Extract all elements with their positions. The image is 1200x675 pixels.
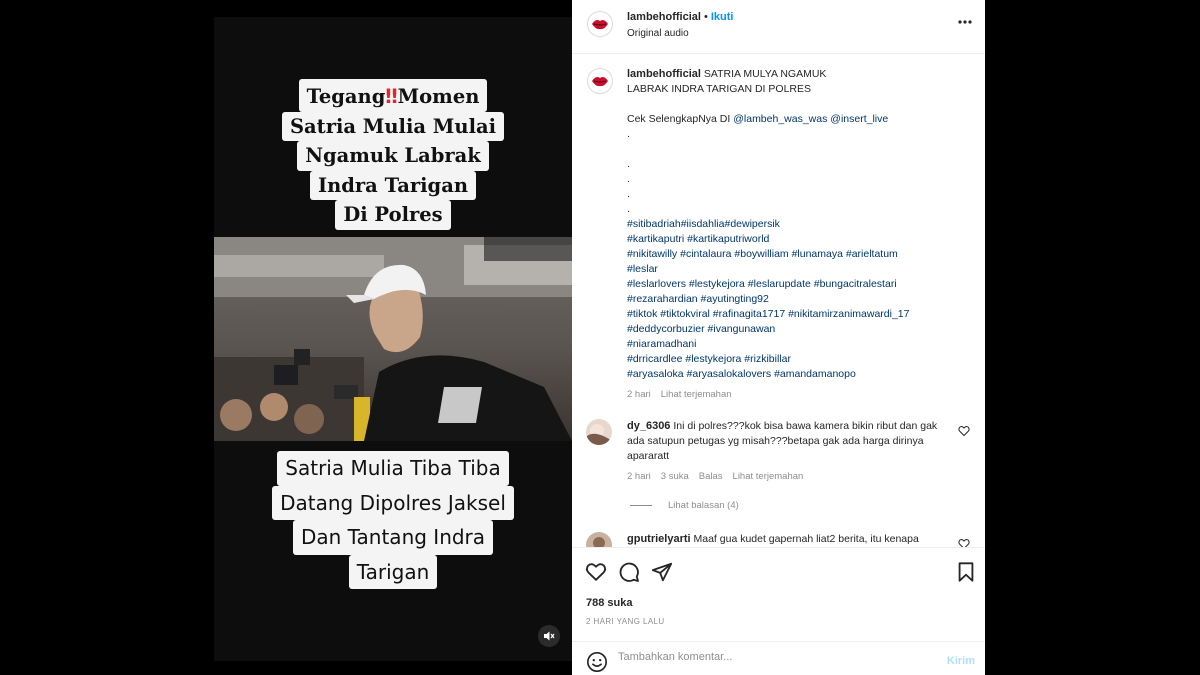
post-comment-button[interactable]: Kirim bbox=[947, 655, 975, 667]
comment-likes[interactable]: 3 suka bbox=[661, 471, 689, 482]
caption-dot: . bbox=[627, 158, 630, 170]
avatar-photo bbox=[586, 419, 612, 445]
mention-link[interactable]: @lambeh_was_was bbox=[733, 113, 827, 125]
comment-text: Ini di polres???kok bisa bawa kamera bik… bbox=[627, 420, 938, 462]
comment-body: dy_6306 Ini di polres???kok bisa bawa ka… bbox=[627, 419, 957, 484]
caption-line: Tarigan bbox=[348, 554, 438, 589]
bookmark-icon[interactable] bbox=[955, 561, 977, 583]
commenter-avatar[interactable] bbox=[586, 532, 612, 547]
more-options-button[interactable] bbox=[957, 14, 973, 30]
avatar-photo bbox=[586, 532, 612, 547]
reply-button[interactable]: Balas bbox=[699, 471, 723, 482]
caption-line: Datang Dipolres Jaksel bbox=[272, 485, 514, 520]
see-translation-link[interactable]: Lihat terjemahan bbox=[733, 471, 804, 482]
caption-dot: . bbox=[627, 203, 630, 215]
hashtag-line[interactable]: #tiktok #tiktokviral #rafinagita1717 #ni… bbox=[627, 307, 972, 322]
like-comment-heart-icon[interactable] bbox=[958, 538, 970, 547]
comment-body: gputrielyarti Maaf gua kudet gapernah li… bbox=[627, 532, 957, 547]
hashtag-line[interactable]: #sitibadriah#iisdahlia#dewipersik bbox=[627, 217, 972, 232]
caption-dot: . bbox=[627, 173, 630, 185]
comments-scroll-area[interactable]: lambehofficial SATRIA MULYA NGAMUK LABRA… bbox=[572, 54, 985, 547]
caption-dot: . bbox=[627, 188, 630, 200]
like-heart-icon[interactable] bbox=[585, 561, 607, 583]
post-panel: lambehofficial • Ikuti Original audio lamb… bbox=[572, 0, 985, 675]
caption-time: 2 hari bbox=[627, 389, 651, 400]
post-header: lambehofficial • Ikuti Original audio bbox=[572, 0, 985, 54]
mention-link[interactable]: @insert_live bbox=[830, 113, 888, 125]
hashtag-line[interactable]: #deddycorbuzier #ivangunawan bbox=[627, 322, 972, 337]
hashtag-line[interactable]: #leslar bbox=[627, 262, 972, 277]
add-comment-bar: Kirim bbox=[572, 641, 985, 675]
avatar[interactable] bbox=[587, 11, 613, 37]
post-caption: lambehofficial SATRIA MULYA NGAMUK LABRA… bbox=[627, 67, 972, 402]
username-link[interactable]: lambehofficial bbox=[627, 11, 701, 23]
caption-line: Dan Tantang Indra bbox=[292, 520, 494, 555]
comment-username[interactable]: dy_6306 bbox=[627, 420, 670, 432]
comment-bubble-icon[interactable] bbox=[618, 561, 640, 583]
video-caption-bottom: Satria Mulia Tiba Tiba Datang Dipolres J… bbox=[214, 451, 572, 589]
screen: Tegang‼Momen Satria Mulia Mulai Ngamuk L… bbox=[0, 0, 1200, 675]
see-translation-link[interactable]: Lihat terjemahan bbox=[661, 389, 732, 400]
caption-line: Di Polres bbox=[335, 200, 451, 230]
audio-link[interactable]: Original audio bbox=[627, 28, 689, 39]
hashtag-line[interactable]: #rezarahardian #ayutingting92 bbox=[627, 292, 972, 307]
caption-meta: 2 hari Lihat terjemahan bbox=[627, 387, 972, 402]
hashtag-line[interactable]: #kartikaputri #kartikaputriworld bbox=[627, 232, 972, 247]
view-replies-button[interactable]: Lihat balasan (4) bbox=[630, 500, 739, 511]
mute-button[interactable] bbox=[538, 625, 560, 647]
reel-video[interactable]: Tegang‼Momen Satria Mulia Mulai Ngamuk L… bbox=[214, 17, 572, 661]
hashtag-line[interactable]: #leslarlovers #lestykejora #leslarupdate… bbox=[627, 277, 972, 292]
view-replies-label: Lihat balasan (4) bbox=[668, 500, 739, 511]
hashtag-line[interactable]: #niaramadhani bbox=[627, 337, 972, 352]
comment-username[interactable]: gputrielyarti bbox=[627, 533, 691, 545]
caption-line: Satria Mulia Tiba Tiba bbox=[277, 451, 509, 486]
caption-username[interactable]: lambehofficial bbox=[627, 68, 701, 80]
double-exclamation-icon: ‼ bbox=[385, 85, 398, 108]
caption-dot: . bbox=[627, 128, 630, 140]
hashtag-line[interactable]: #nikitawilly #cintalaura #boywilliam #lu… bbox=[627, 247, 972, 262]
comment-input[interactable] bbox=[618, 651, 918, 663]
comment-meta: 2 hari 3 suka Balas Lihat terjemahan bbox=[627, 469, 957, 484]
post-actions: 788 suka 2 HARI YANG LALU bbox=[572, 547, 985, 641]
comment-text: Maaf gua kudet gapernah liat2 berita, it… bbox=[693, 533, 919, 545]
share-paper-plane-icon[interactable] bbox=[651, 561, 673, 583]
speaker-muted-icon bbox=[544, 631, 555, 641]
post-date: 2 HARI YANG LALU bbox=[586, 617, 665, 626]
comment-time: 2 hari bbox=[627, 471, 651, 482]
avatar[interactable] bbox=[587, 68, 613, 94]
caption-line: Satria Mulia Mulai bbox=[281, 111, 505, 141]
video-frame-photo bbox=[214, 237, 572, 441]
dot-separator: • bbox=[703, 11, 708, 23]
emoji-icon[interactable] bbox=[586, 651, 608, 673]
lips-logo-icon bbox=[592, 77, 608, 87]
caption-line: Indra Tarigan bbox=[309, 170, 477, 200]
lips-logo-icon bbox=[592, 20, 608, 30]
header-user-line: lambehofficial • Ikuti bbox=[627, 11, 733, 23]
commenter-avatar[interactable] bbox=[586, 419, 612, 445]
like-comment-heart-icon[interactable] bbox=[958, 425, 970, 437]
replies-divider bbox=[630, 505, 652, 506]
likes-count[interactable]: 788 suka bbox=[586, 597, 632, 609]
video-caption-top: Tegang‼Momen Satria Mulia Mulai Ngamuk L… bbox=[214, 79, 572, 230]
follow-button[interactable]: Ikuti bbox=[711, 11, 734, 23]
video-scene bbox=[214, 237, 572, 441]
caption-line: Ngamuk Labrak bbox=[297, 141, 489, 171]
hashtag-line[interactable]: #drricardlee #lestykejora #rizkibillar bbox=[627, 352, 972, 367]
more-horizontal-icon bbox=[958, 20, 972, 24]
caption-link-prefix: Cek SelengkapNya DI bbox=[627, 113, 731, 125]
hashtag-line[interactable]: #aryasaloka #aryasalokalovers #amandaman… bbox=[627, 367, 972, 382]
caption-line: Tegang‼Momen bbox=[298, 79, 488, 112]
